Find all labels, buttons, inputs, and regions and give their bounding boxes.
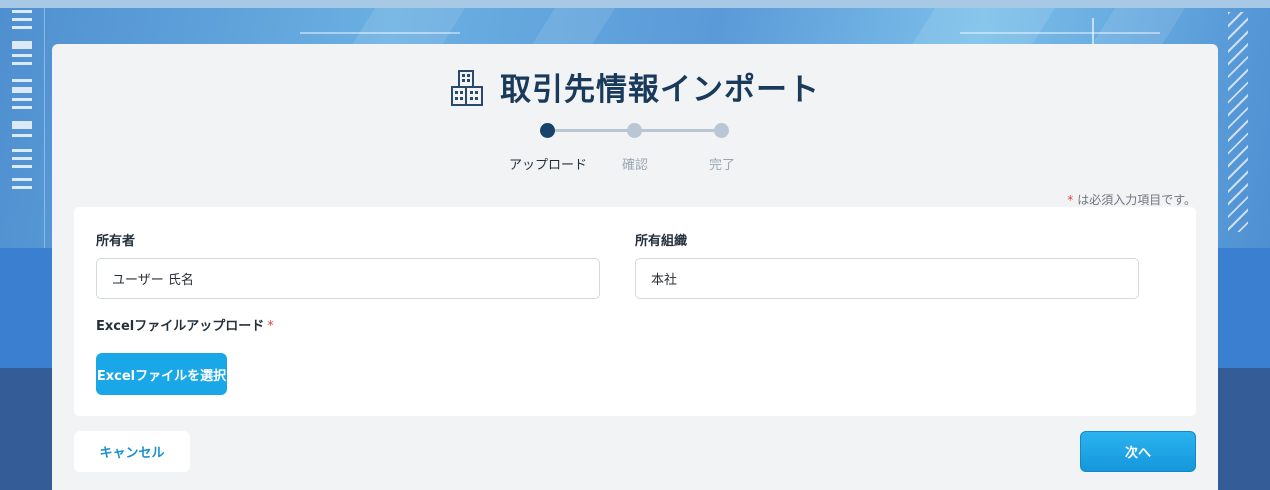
step-dot-confirm <box>627 123 642 138</box>
required-star: * <box>267 319 274 334</box>
form-panel: 所有者 ユーザー 氏名 所有組織 本社 Excelファイルアップロード * Exc… <box>74 207 1196 416</box>
organization-field[interactable]: 本社 <box>635 258 1139 299</box>
page-title: 取引先情報インポート <box>500 71 820 107</box>
background-line <box>960 32 1160 34</box>
select-excel-file-button[interactable]: Excelファイルを選択 <box>96 353 227 395</box>
background-hatch <box>1228 12 1248 232</box>
owner-field[interactable]: ユーザー 氏名 <box>96 258 600 299</box>
excel-upload-label-text: Excelファイルアップロード <box>96 319 265 334</box>
cancel-button[interactable]: キャンセル <box>74 431 190 472</box>
step-label-complete: 完了 <box>708 158 735 173</box>
page-header: 取引先情報インポート <box>52 64 1218 108</box>
background-line <box>300 32 460 34</box>
next-button[interactable]: 次へ <box>1080 431 1196 472</box>
step-dot-upload <box>540 123 555 138</box>
background-top-strip <box>0 0 1270 8</box>
step-connector <box>642 129 722 132</box>
building-icon <box>451 70 483 106</box>
owner-label: 所有者 <box>96 234 136 249</box>
excel-upload-label: Excelファイルアップロード * <box>96 315 274 334</box>
required-star: * <box>1067 193 1074 207</box>
background-vertical-line <box>44 8 45 248</box>
step-label-confirm: 確認 <box>621 158 648 173</box>
required-note: * は必須入力項目です。 <box>1067 191 1196 208</box>
organization-label: 所有組織 <box>635 234 688 249</box>
progress-stepper: アップロード 確認 完了 <box>509 122 757 182</box>
required-note-text: は必須入力項目です。 <box>1077 193 1196 207</box>
background-cross <box>1092 18 1094 46</box>
step-label-upload: アップロード <box>508 158 587 173</box>
step-connector <box>555 129 635 132</box>
import-card: 取引先情報インポート アップロード 確認 完了 * は必須入力項目です。 所有者 … <box>52 44 1218 490</box>
background-bars <box>12 10 32 194</box>
step-dot-complete <box>714 123 729 138</box>
